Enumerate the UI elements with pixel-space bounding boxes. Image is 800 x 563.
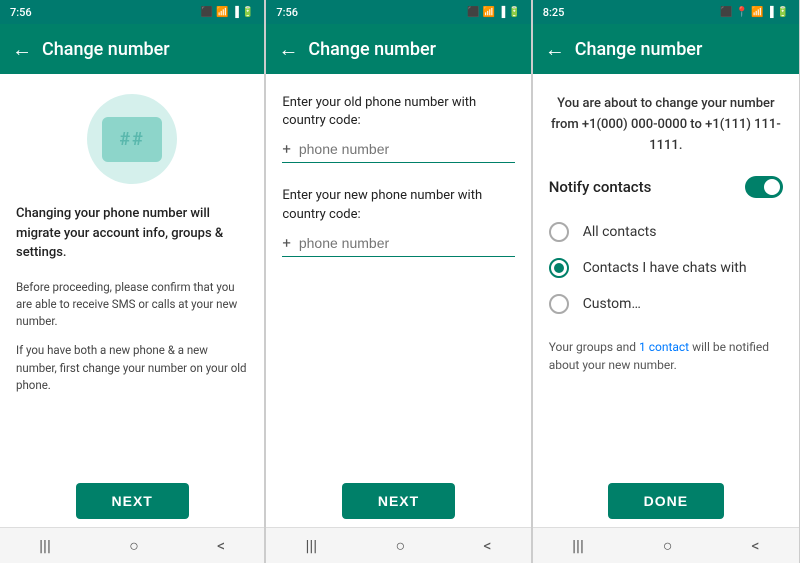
notify-contacts-row: Notify contacts [549, 176, 783, 198]
radio-label-custom: Custom… [583, 296, 641, 312]
menu-nav-icon-1[interactable]: ||| [39, 536, 51, 555]
radio-circle-all [549, 222, 569, 242]
old-phone-input[interactable] [299, 141, 515, 157]
top-title-2: Change number [308, 39, 436, 60]
time-3: 8:25 [543, 6, 565, 19]
notify-toggle[interactable] [745, 176, 783, 198]
wifi-icon-2: 📶 [483, 7, 495, 18]
note2-text: If you have both a new phone & a new num… [16, 342, 248, 394]
change-notice-text: You are about to change your number from… [549, 94, 783, 156]
nav-bar-1: ||| ○ < [0, 527, 264, 563]
phone-grid-icon [102, 117, 162, 162]
menu-nav-icon-2[interactable]: ||| [305, 536, 317, 555]
old-number-input-row: + [282, 140, 514, 163]
notice-mid: to [687, 117, 705, 132]
battery-icon-3: 🔋 [777, 7, 789, 18]
back-nav-icon-1[interactable]: < [217, 536, 225, 555]
status-icons-3: ⬛ 📍 📶 ▐ 🔋 [720, 7, 789, 18]
top-bar-3: ← Change number [533, 24, 799, 74]
back-nav-icon-3[interactable]: < [751, 536, 759, 555]
panel2-footer: NEXT [266, 471, 530, 527]
radio-custom[interactable]: Custom… [549, 286, 783, 322]
back-button-2[interactable]: ← [278, 37, 298, 62]
radio-all-contacts[interactable]: All contacts [549, 214, 783, 250]
radio-label-all: All contacts [583, 224, 657, 240]
panel3-content: You are about to change your number from… [533, 74, 799, 471]
back-button-3[interactable]: ← [545, 37, 565, 62]
new-phone-input[interactable] [299, 235, 515, 251]
nav-bar-3: ||| ○ < [533, 527, 799, 563]
new-number-label: Enter your new phone number with country… [282, 187, 514, 223]
old-number-display: +1(000) 000-0000 [582, 117, 687, 132]
photo-icon: ⬛ [201, 7, 213, 18]
battery-icon: 🔋 [242, 7, 254, 18]
home-nav-icon-2[interactable]: ○ [395, 536, 405, 556]
new-number-input-row: + [282, 234, 514, 257]
battery-icon-2: 🔋 [508, 7, 520, 18]
photo-icon-2: ⬛ [467, 7, 479, 18]
plus-sign-2: + [282, 234, 291, 252]
icon-container [16, 94, 248, 184]
radio-chats-contacts[interactable]: Contacts I have chats with [549, 250, 783, 286]
contact-link[interactable]: 1 contact [639, 340, 689, 354]
radio-circle-chats [549, 258, 569, 278]
radio-circle-custom [549, 294, 569, 314]
panel-3: 8:25 ⬛ 📍 📶 ▐ 🔋 ← Change number You are a… [533, 0, 800, 563]
panel3-footer: DONE [533, 471, 799, 527]
status-bar-1: 7:56 ⬛ 📶 ▐ 🔋 [0, 0, 264, 24]
done-button[interactable]: DONE [608, 483, 724, 519]
top-title-1: Change number [42, 39, 170, 60]
menu-nav-icon-3[interactable]: ||| [572, 536, 584, 555]
location-icon: 📍 [736, 7, 748, 18]
note1-text: Before proceeding, please confirm that y… [16, 279, 248, 331]
notice-suffix: . [679, 138, 683, 153]
time-1: 7:56 [10, 6, 32, 19]
top-bar-1: ← Change number [0, 24, 264, 74]
home-nav-icon-1[interactable]: ○ [129, 536, 139, 556]
top-title-3: Change number [575, 39, 703, 60]
wifi-icon-3: 📶 [751, 7, 763, 18]
status-bar-2: 7:56 ⬛ 📶 ▐ 🔋 [266, 0, 530, 24]
panel1-content: Changing your phone number will migrate … [0, 74, 264, 471]
groups-notice: Your groups and 1 contact will be notifi… [549, 338, 783, 374]
panel-1: 7:56 ⬛ 📶 ▐ 🔋 ← Change number Changing yo… [0, 0, 265, 563]
next-button-2[interactable]: NEXT [342, 483, 455, 519]
desc-text: Changing your phone number will migrate … [16, 204, 248, 263]
plus-sign-1: + [282, 140, 291, 158]
signal-icon-2: ▐ [498, 7, 505, 18]
next-button-1[interactable]: NEXT [76, 483, 189, 519]
time-2: 7:56 [276, 6, 298, 19]
signal-icon: ▐ [232, 7, 239, 18]
panel-2: 7:56 ⬛ 📶 ▐ 🔋 ← Change number Enter your … [266, 0, 531, 563]
wifi-icon: 📶 [216, 7, 228, 18]
old-number-label: Enter your old phone number with country… [282, 94, 514, 130]
back-nav-icon-2[interactable]: < [483, 536, 491, 555]
home-nav-icon-3[interactable]: ○ [663, 536, 673, 556]
radio-label-chats: Contacts I have chats with [583, 260, 747, 276]
panel2-content: Enter your old phone number with country… [266, 74, 530, 471]
photo-icon-3: ⬛ [720, 7, 732, 18]
notify-label: Notify contacts [549, 178, 652, 196]
panel1-footer: NEXT [0, 471, 264, 527]
back-button-1[interactable]: ← [12, 37, 32, 62]
groups-notice-prefix: Your groups and [549, 340, 639, 354]
signal-icon-3: ▐ [766, 7, 773, 18]
top-bar-2: ← Change number [266, 24, 530, 74]
status-icons-2: ⬛ 📶 ▐ 🔋 [467, 7, 520, 18]
icon-circle [87, 94, 177, 184]
status-icons-1: ⬛ 📶 ▐ 🔋 [201, 7, 254, 18]
status-bar-3: 8:25 ⬛ 📍 📶 ▐ 🔋 [533, 0, 799, 24]
nav-bar-2: ||| ○ < [266, 527, 530, 563]
